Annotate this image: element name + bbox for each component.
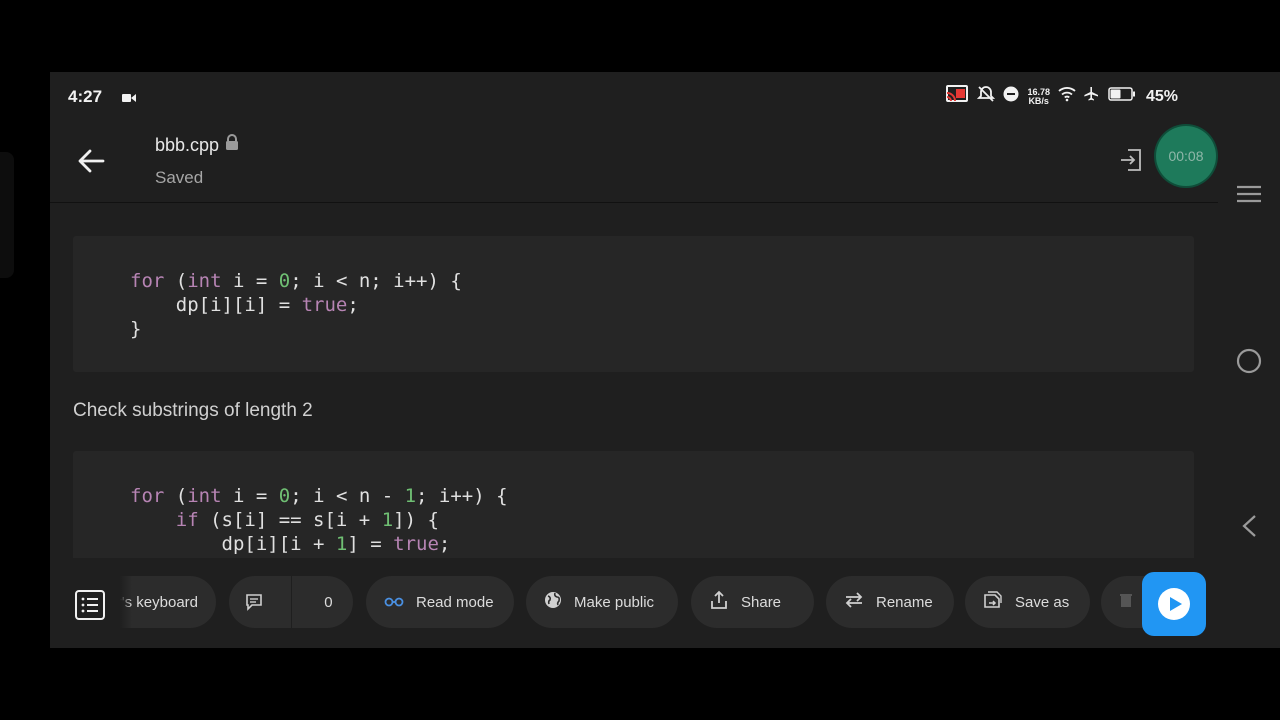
airplane-icon (1084, 86, 1100, 107)
globe-icon (544, 591, 562, 613)
lock-icon (225, 134, 239, 156)
status-icons: 16.78 KB/s 45% (945, 85, 1178, 108)
exit-icon (1121, 149, 1141, 171)
share-icon (709, 590, 729, 614)
system-nav-bar (1218, 72, 1280, 648)
comment-icon (229, 576, 279, 628)
make-public-chip[interactable]: Make public (526, 576, 678, 628)
network-speed: 16.78 KB/s (1027, 87, 1050, 106)
chip-divider (291, 576, 292, 628)
table-of-contents-button[interactable] (74, 589, 106, 621)
back-button[interactable] (76, 146, 106, 176)
home-icon[interactable] (1236, 348, 1262, 379)
keyboard-chip[interactable]: r's keyboard (120, 576, 216, 628)
battery-percent: 45% (1145, 87, 1178, 105)
save-status: Saved (155, 168, 204, 187)
network-speed-unit: KB/s (1028, 95, 1049, 106)
app-bar: bbb.cpp Saved (50, 120, 1218, 203)
section-caption: Check substrings of length 2 (73, 400, 313, 421)
rename-chip[interactable]: Rename (826, 576, 954, 628)
swap-icon (844, 591, 864, 613)
battery-icon (1108, 87, 1136, 106)
comment-chip[interactable]: 0 (229, 576, 353, 628)
rename-label: Rename (876, 593, 933, 611)
file-title-row: bbb.cpp (155, 134, 239, 156)
cast-icon (945, 85, 969, 108)
recording-timer-text: 00:08 (1168, 148, 1204, 164)
document-content: for (int i = 0; i < n; i++) { dp[i][i] =… (50, 203, 1218, 558)
play-icon (1158, 588, 1190, 620)
trash-icon (1119, 592, 1133, 612)
share-chip[interactable]: Share (691, 576, 814, 628)
run-button[interactable] (1142, 572, 1206, 636)
recents-icon[interactable] (1236, 184, 1262, 209)
phone-screen: 4:27 16.78 KB/s 45% bbb.cpp Saved 00:08 … (50, 72, 1280, 648)
share-label: Share (741, 593, 782, 611)
do-not-disturb-icon (1003, 86, 1019, 107)
wifi-icon (1058, 86, 1076, 107)
bottom-toolbar: r's keyboard 0 Read mode Make public Sha… (50, 558, 1218, 648)
save-as-chip[interactable]: Save as (965, 576, 1090, 628)
code-text: for (int i = 0; i < n; i++) { dp[i][i] =… (130, 270, 462, 340)
back-nav-icon[interactable] (1240, 514, 1258, 543)
recording-timer[interactable]: 00:08 (1156, 126, 1216, 186)
scroll-fade (120, 576, 132, 628)
read-mode-chip[interactable]: Read mode (366, 576, 514, 628)
back-arrow-icon (78, 149, 105, 173)
code-block: for (int i = 0; i < n; i++) { dp[i][i] =… (73, 236, 1194, 372)
make-public-label: Make public (574, 593, 655, 611)
save-as-label: Save as (1015, 593, 1070, 611)
status-bar: 4:27 16.78 KB/s 45% (50, 72, 1218, 120)
code-text: for (int i = 0; i < n - 1; i++) { if (s[… (130, 485, 508, 555)
left-edge (0, 152, 14, 278)
comment-count: 0 (324, 593, 333, 611)
save-as-icon (983, 591, 1003, 613)
exit-button[interactable] (1118, 146, 1144, 174)
glasses-icon (384, 594, 404, 611)
bell-off-icon (977, 85, 996, 108)
video-camera-icon (122, 90, 136, 108)
toolbar-chips: r's keyboard 0 Read mode Make public Sha… (120, 576, 1180, 632)
status-time: 4:27 (68, 87, 103, 106)
read-mode-label: Read mode (416, 593, 494, 611)
list-icon (75, 590, 105, 620)
code-block: for (int i = 0; i < n - 1; i++) { if (s[… (73, 451, 1194, 558)
file-title: bbb.cpp (155, 134, 220, 155)
